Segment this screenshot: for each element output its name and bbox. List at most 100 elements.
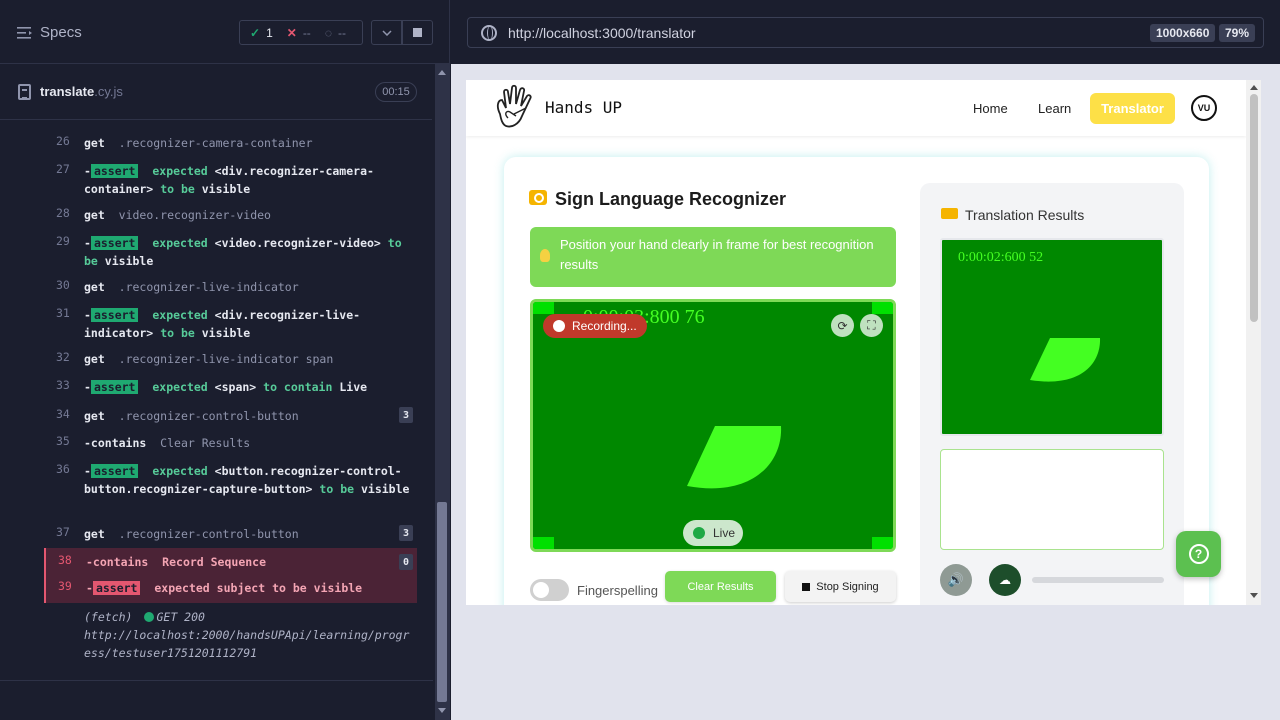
failed-count: -- — [302, 25, 311, 40]
spec-file-header: translate.cy.js 00:15 — [0, 64, 432, 120]
command-row[interactable]: 26 get .recognizer-camera-container — [44, 134, 417, 152]
command-row[interactable]: 28 get video.recognizer-video — [44, 206, 417, 224]
command-row[interactable]: 29 - assert expected <video.recognizer-vi… — [44, 234, 417, 270]
results-title: Translation Results — [965, 207, 1085, 223]
command-number: 28 — [56, 206, 70, 220]
assert-tag: assert — [90, 164, 139, 178]
command-row[interactable]: 27 - assert expected <div.recognizer-came… — [44, 162, 417, 198]
command-name: -contains — [84, 436, 147, 450]
scrollbar-thumb[interactable] — [437, 502, 447, 702]
command-row-failed[interactable]: 39 - assert expected subject to be visibl… — [44, 575, 417, 603]
command-selector: video.recognizer-video — [118, 208, 271, 222]
command-selector: Clear Results — [160, 436, 251, 450]
viewport-size-badge[interactable]: 1000x660 — [1150, 24, 1216, 42]
command-row[interactable]: 32 get .recognizer-live-indicator span — [44, 350, 417, 368]
assert-tag: assert — [90, 308, 139, 322]
command-row[interactable]: 31 - assert expected <div.recognizer-live… — [44, 306, 417, 342]
brand-name[interactable]: Hands UP — [545, 98, 622, 117]
fingerspelling-toggle[interactable] — [530, 579, 569, 601]
collapse-button[interactable] — [371, 20, 402, 45]
fetch-log-entry[interactable]: (fetch) GET 200 http://localhost:2000/han… — [84, 608, 414, 662]
zoom-badge[interactable]: 79% — [1219, 24, 1256, 42]
clear-results-button[interactable]: Clear Results — [665, 571, 776, 602]
fetch-status: GET 200 — [156, 610, 205, 624]
element-count-badge: 3 — [399, 407, 413, 423]
specs-label[interactable]: Specs — [40, 24, 82, 41]
recording-indicator: Recording... — [543, 314, 647, 338]
switch-camera-button[interactable]: ⟳ — [831, 314, 854, 337]
command-name: get — [84, 208, 105, 222]
download-button[interactable]: ☁ — [989, 564, 1021, 596]
recognizer-live-indicator: Live — [683, 520, 743, 546]
url-text[interactable]: http://localhost:3000/translator — [508, 25, 696, 41]
cloud-download-icon: ☁ — [999, 573, 1011, 587]
hands-up-logo-icon[interactable] — [492, 84, 538, 134]
command-name: get — [84, 136, 105, 150]
stop-signing-button[interactable]: Stop Signing — [785, 571, 896, 602]
command-selector: .recognizer-control-button — [118, 527, 299, 541]
scrollbar-thumb[interactable] — [1250, 94, 1258, 322]
command-selector: .recognizer-live-indicator — [118, 280, 299, 294]
command-row-failed[interactable]: 38 -contains Record Sequence 0 — [44, 548, 417, 575]
command-number: 32 — [56, 350, 70, 364]
scroll-up-icon[interactable] — [438, 70, 446, 75]
command-number: 31 — [56, 306, 70, 320]
speaker-icon: 🔊 — [947, 572, 965, 587]
app-navbar: Hands UP Home Learn Translator VU — [466, 80, 1246, 136]
command-row[interactable]: 36 - assert expected <button.recognizer-c… — [44, 462, 417, 516]
app-scrollbar[interactable] — [1246, 80, 1261, 605]
assert-text: to be — [319, 482, 355, 496]
assert-text: expected — [152, 380, 208, 394]
playback-slider[interactable] — [1032, 577, 1164, 583]
pending-icon: ◌ — [324, 25, 332, 40]
assert-text: expected — [152, 308, 208, 322]
preview-shape — [1030, 338, 1101, 382]
command-number: 38 — [58, 553, 72, 567]
nav-translator-link[interactable]: Translator — [1090, 93, 1175, 124]
command-row[interactable]: 34 get .recognizer-control-button 3 — [44, 407, 417, 425]
scroll-down-icon[interactable] — [1250, 593, 1258, 598]
nav-home-link[interactable]: Home — [973, 101, 1008, 116]
video-shape — [687, 426, 782, 489]
command-number: 37 — [56, 525, 70, 539]
file-icon — [18, 84, 31, 100]
help-button[interactable]: ? — [1176, 531, 1221, 577]
command-selector: .recognizer-live-indicator span — [118, 352, 334, 366]
divider — [0, 680, 433, 681]
specs-list-icon[interactable] — [17, 26, 33, 40]
assert-text: to contain — [263, 380, 333, 394]
nav-learn-link[interactable]: Learn — [1038, 101, 1071, 116]
results-timestamp: 0:00:02:600 52 — [958, 250, 1044, 265]
command-row[interactable]: 35 -contains Clear Results — [44, 434, 417, 452]
command-row[interactable]: 37 get .recognizer-control-button 3 — [44, 525, 417, 543]
spec-file-name[interactable]: translate.cy.js — [40, 84, 123, 99]
command-selector: .recognizer-control-button — [118, 409, 299, 423]
command-row[interactable]: 30 get .recognizer-live-indicator — [44, 278, 417, 296]
tip-text: Position your hand clearly in frame for … — [560, 237, 874, 272]
url-bar[interactable]: http://localhost:3000/translator 1000x66… — [467, 17, 1264, 48]
assert-value: visible — [201, 326, 251, 340]
assert-tag: assert — [92, 581, 141, 595]
stop-icon — [802, 582, 811, 591]
live-label: Live — [713, 526, 736, 540]
command-log: 26 get .recognizer-camera-container 27 -… — [0, 120, 432, 680]
element-count-badge: 3 — [399, 525, 413, 541]
assert-text: expected — [154, 581, 210, 595]
assert-tag: assert — [90, 464, 139, 478]
command-row[interactable]: 33 - assert expected <span> to contain Li… — [44, 378, 417, 396]
stop-icon — [413, 28, 422, 37]
scroll-down-icon[interactable] — [438, 708, 446, 713]
reporter-scrollbar[interactable] — [435, 64, 449, 720]
translation-output[interactable] — [940, 449, 1164, 550]
recording-label: Recording... — [572, 319, 637, 333]
user-avatar[interactable]: VU — [1191, 95, 1217, 121]
speak-button[interactable]: 🔊 — [940, 564, 972, 596]
fetch-label: (fetch) — [84, 610, 133, 624]
command-name: -contains — [86, 555, 149, 569]
fingerspelling-label: Fingerspelling — [577, 583, 658, 598]
assert-value: visible — [360, 482, 410, 496]
scroll-up-icon[interactable] — [1250, 85, 1258, 90]
failed-icon: ✕ — [286, 25, 297, 40]
fullscreen-button[interactable]: ⛶ — [860, 314, 883, 337]
stop-button[interactable] — [402, 20, 433, 45]
